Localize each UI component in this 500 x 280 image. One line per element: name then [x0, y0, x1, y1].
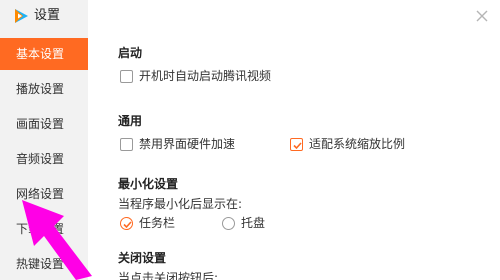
- option-tray[interactable]: 托盘: [222, 215, 265, 231]
- settings-sidebar: 设置 基本设置 播放设置 画面设置 音频设置 网络设置 下载设置 热键设置: [0, 0, 88, 280]
- close-icon[interactable]: [474, 8, 490, 24]
- system-scaling-label: 适配系统缩放比例: [309, 137, 406, 151]
- sidebar-item-download[interactable]: 下载设置: [0, 213, 88, 245]
- section-title-startup: 启动: [118, 46, 143, 60]
- section-title-general: 通用: [118, 114, 143, 128]
- sidebar-item-hotkeys[interactable]: 热键设置: [0, 248, 88, 280]
- sidebar-item-basic[interactable]: 基本设置: [0, 38, 88, 70]
- system-scaling-checkbox[interactable]: [290, 137, 303, 151]
- app-header: 设置: [0, 0, 88, 32]
- sidebar-item-display[interactable]: 画面设置: [0, 108, 88, 140]
- disable-hw-accel-label: 禁用界面硬件加速: [139, 137, 236, 151]
- close-hint: 当点击关闭按钮后:: [118, 271, 219, 280]
- taskbar-radio[interactable]: [120, 216, 133, 230]
- checkmark-icon: [293, 141, 302, 149]
- sidebar-item-playback[interactable]: 播放设置: [0, 73, 88, 105]
- section-title-close: 关闭设置: [118, 251, 167, 265]
- disable-hw-accel-checkbox[interactable]: [120, 137, 133, 151]
- checkmark-icon: [123, 220, 132, 228]
- option-system-scaling[interactable]: 适配系统缩放比例: [290, 136, 405, 152]
- window-title: 设置: [34, 8, 61, 23]
- option-taskbar[interactable]: 任务栏: [120, 215, 175, 231]
- option-auto-start[interactable]: 开机时自动启动腾讯视频: [120, 68, 271, 84]
- sidebar-item-network[interactable]: 网络设置: [0, 178, 88, 210]
- auto-start-checkbox[interactable]: [120, 69, 133, 83]
- option-disable-hw-accel[interactable]: 禁用界面硬件加速: [120, 136, 235, 152]
- taskbar-label: 任务栏: [139, 216, 176, 230]
- tray-label: 托盘: [241, 216, 266, 230]
- minimize-hint: 当程序最小化后显示在:: [118, 197, 243, 211]
- auto-start-label: 开机时自动启动腾讯视频: [139, 69, 272, 83]
- section-title-minimize: 最小化设置: [118, 177, 179, 191]
- tray-radio[interactable]: [222, 216, 235, 230]
- sidebar-item-audio[interactable]: 音频设置: [0, 143, 88, 175]
- tencent-video-logo-icon: [15, 9, 28, 23]
